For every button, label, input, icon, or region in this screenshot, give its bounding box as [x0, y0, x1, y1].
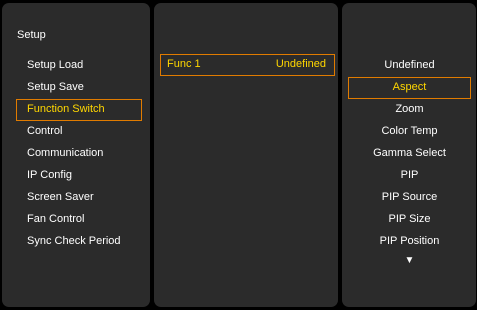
menu-item-fan-control[interactable]: Fan Control	[16, 209, 142, 231]
menu-item-setup-load[interactable]: Setup Load	[16, 55, 142, 77]
menu-item-control[interactable]: Control	[16, 121, 142, 143]
option-undefined[interactable]: Undefined	[348, 55, 471, 77]
option-pip[interactable]: PIP	[348, 165, 471, 187]
menu-item-ip-config[interactable]: IP Config	[16, 165, 142, 187]
setup-menu-panel: Setup Setup Load Setup Save Function Swi…	[2, 3, 150, 307]
menu-item-sync-check-period[interactable]: Sync Check Period	[16, 231, 142, 253]
options-list: Undefined Aspect Zoom Color Temp Gamma S…	[348, 55, 471, 253]
function-name: Func 1	[167, 58, 201, 70]
menu-item-screen-saver[interactable]: Screen Saver	[16, 187, 142, 209]
setup-menu-list: Setup Load Setup Save Function Switch Co…	[16, 55, 142, 253]
option-pip-source[interactable]: PIP Source	[348, 187, 471, 209]
function-row-func-1[interactable]: Func 1 Undefined	[160, 54, 335, 76]
down-triangle-icon[interactable]: ▼	[348, 255, 471, 266]
options-panel: Undefined Aspect Zoom Color Temp Gamma S…	[342, 3, 476, 307]
option-zoom[interactable]: Zoom	[348, 99, 471, 121]
option-pip-position[interactable]: PIP Position	[348, 231, 471, 253]
option-aspect[interactable]: Aspect	[348, 77, 471, 99]
menu-item-communication[interactable]: Communication	[16, 143, 142, 165]
panel-title: Setup	[17, 29, 46, 41]
option-color-temp[interactable]: Color Temp	[348, 121, 471, 143]
function-value: Undefined	[275, 58, 326, 70]
option-pip-size[interactable]: PIP Size	[348, 209, 471, 231]
option-gamma-select[interactable]: Gamma Select	[348, 143, 471, 165]
function-panel: Func 1 Undefined	[154, 3, 338, 307]
menu-item-function-switch[interactable]: Function Switch	[16, 99, 142, 121]
menu-item-setup-save[interactable]: Setup Save	[16, 77, 142, 99]
